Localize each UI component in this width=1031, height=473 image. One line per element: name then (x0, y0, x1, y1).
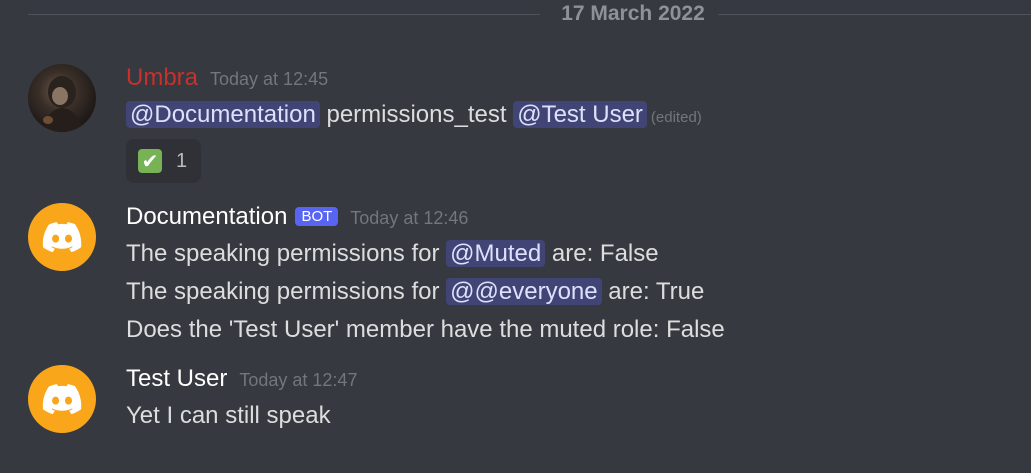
mention-documentation[interactable]: @Documentation (126, 101, 320, 128)
line-text-before: The speaking permissions for (126, 278, 447, 305)
message-content: Umbra Today at 12:45 @Documentation perm… (126, 64, 1031, 183)
divider-line-right (718, 14, 1031, 15)
mention-muted[interactable]: @Muted (446, 240, 546, 267)
discord-logo-icon (42, 222, 82, 252)
message-text: @Documentation permissions_test @Test Us… (126, 96, 1031, 137)
date-divider: 17 March 2022 (28, 2, 1031, 25)
reaction-count: 1 (176, 149, 188, 172)
message-content: Documentation BOT Today at 12:46 The spe… (126, 203, 1031, 349)
timestamp[interactable]: Today at 12:45 (210, 69, 328, 90)
timestamp[interactable]: Today at 12:46 (350, 208, 468, 229)
avatar-image (42, 76, 84, 132)
message-line-role-check: Does the 'Test User' member have the mut… (126, 316, 725, 343)
message-header: Documentation BOT Today at 12:46 (126, 203, 1031, 235)
check-mark-icon: ✔ (138, 149, 162, 173)
mention-test-user[interactable]: @Test User (513, 101, 647, 128)
edited-label: (edited) (650, 109, 702, 126)
username-documentation[interactable]: Documentation (126, 203, 287, 231)
message-text: Yet I can still speak (126, 402, 331, 429)
message-line-muted: The speaking permissions for @Muted are:… (126, 235, 1031, 273)
avatar-umbra[interactable] (28, 64, 96, 132)
message-line-everyone: The speaking permissions for @@everyone … (126, 273, 1031, 311)
username-test-user[interactable]: Test User (126, 365, 227, 393)
line-text-after: are: True (601, 278, 705, 305)
divider-line-left (28, 14, 540, 15)
message-header: Umbra Today at 12:45 (126, 64, 1031, 96)
reaction-check[interactable]: ✔ 1 (126, 139, 202, 183)
divider-date: 17 March 2022 (561, 2, 705, 25)
username-umbra[interactable]: Umbra (126, 64, 198, 92)
timestamp[interactable]: Today at 12:47 (239, 370, 357, 391)
avatar-test-user[interactable] (28, 365, 96, 433)
message-header: Test User Today at 12:47 (126, 365, 1031, 397)
line-text-before: The speaking permissions for (126, 240, 447, 267)
mention-everyone[interactable]: @@everyone (446, 278, 602, 305)
line-text-after: are: False (545, 240, 659, 267)
discord-logo-icon (42, 384, 82, 414)
avatar-documentation[interactable] (28, 203, 96, 271)
bot-tag: BOT (295, 207, 339, 226)
message-text-plain: permissions_test (319, 101, 514, 128)
message-content: Test User Today at 12:47 Yet I can still… (126, 365, 1031, 435)
